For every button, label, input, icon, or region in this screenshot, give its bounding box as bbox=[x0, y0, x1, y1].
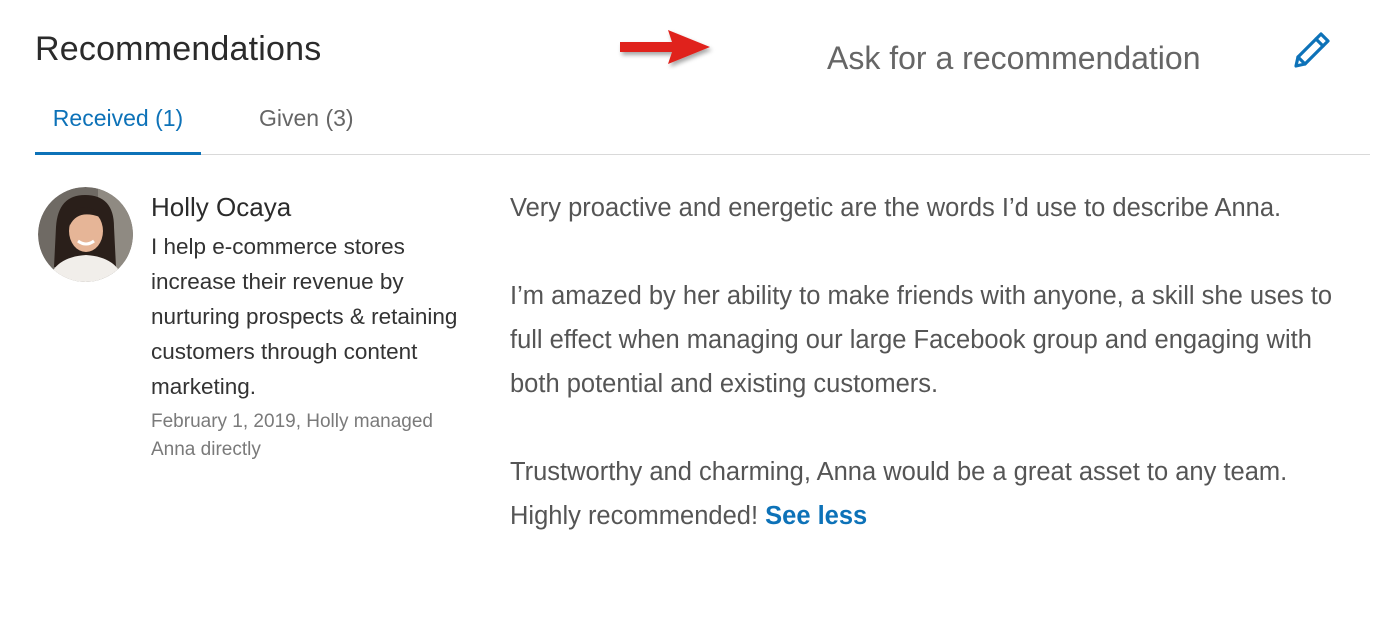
recommendation-paragraph: I’m amazed by her ability to make friend… bbox=[510, 282, 1333, 398]
ask-for-recommendation-link[interactable]: Ask for a recommendation bbox=[827, 40, 1201, 77]
red-arrow-icon bbox=[620, 30, 710, 64]
recommendation-paragraph: Very proactive and energetic are the wor… bbox=[510, 194, 1282, 222]
section-title: Recommendations bbox=[35, 30, 322, 68]
recommendation-paragraph-text: Trustworthy and charming, Anna would be … bbox=[510, 458, 1288, 530]
recommendation-text: Very proactive and energetic are the wor… bbox=[510, 186, 1360, 582]
tab-given[interactable]: Given (3) bbox=[245, 92, 368, 152]
pencil-icon[interactable] bbox=[1286, 26, 1336, 76]
author-name-link[interactable]: Holly Ocaya bbox=[151, 192, 291, 223]
recommendation-paragraph: Trustworthy and charming, Anna would be … bbox=[510, 450, 1360, 538]
avatar[interactable] bbox=[38, 187, 133, 282]
tab-received[interactable]: Received (1) bbox=[35, 92, 201, 155]
author-headline: I help e-commerce stores increase their … bbox=[151, 234, 458, 399]
see-less-link[interactable]: See less bbox=[765, 502, 867, 530]
recommendation-meta: February 1, 2019, Holly managed Anna dir… bbox=[151, 411, 433, 460]
recommendation-tabs: Received (1) Given (3) bbox=[35, 92, 1370, 155]
recommendations-section: Recommendations Ask for a recommendation… bbox=[0, 0, 1392, 619]
